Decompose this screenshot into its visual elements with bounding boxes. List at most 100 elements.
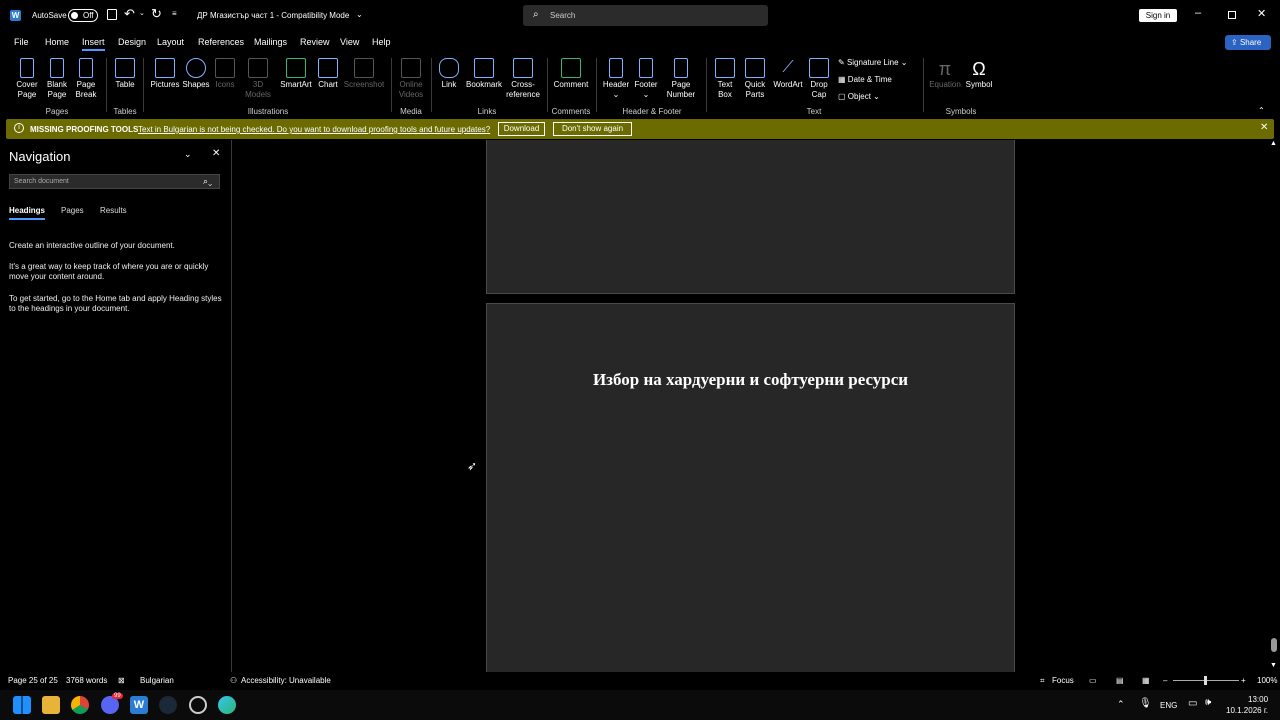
object-button[interactable]: ▢ Object ⌄ xyxy=(838,92,880,101)
volume-icon[interactable]: 🕪 xyxy=(1205,697,1211,708)
date-time-button[interactable]: ▦ Date & Time xyxy=(838,75,892,84)
title-dropdown-icon[interactable]: ⌄ xyxy=(356,10,363,19)
infobar-message[interactable]: Text in Bulgarian is not being checked. … xyxy=(138,125,490,134)
scroll-thumb[interactable] xyxy=(1271,638,1277,652)
zoom-level[interactable]: 100% xyxy=(1257,676,1277,685)
close-navigation-icon[interactable]: ✕ xyxy=(212,148,220,159)
tab-pages[interactable]: Pages xyxy=(61,206,84,215)
chrome-icon[interactable] xyxy=(71,696,89,714)
download-button[interactable]: Download xyxy=(498,122,545,136)
section-heading[interactable]: Избор на хардуерни и софтуерни ресурси xyxy=(487,370,1014,390)
menu-review[interactable]: Review xyxy=(300,37,330,47)
proofing-icon[interactable]: ⊠ xyxy=(118,676,125,685)
bookmark-button[interactable]: Bookmark xyxy=(464,58,504,90)
tab-results[interactable]: Results xyxy=(100,206,127,215)
3d-models-button[interactable]: 3D Models xyxy=(240,58,276,100)
steam-icon[interactable] xyxy=(159,696,177,714)
network-icon[interactable]: ▭ xyxy=(1188,698,1197,709)
search-box[interactable]: ⌕ Search xyxy=(523,5,768,26)
microphone-icon[interactable]: 🎙 xyxy=(1139,698,1152,709)
menu-references[interactable]: References xyxy=(198,37,244,47)
edge-icon[interactable] xyxy=(218,696,236,714)
menu-file[interactable]: File xyxy=(14,37,29,47)
zoom-out-icon[interactable]: – xyxy=(1163,676,1167,685)
header-button[interactable]: Header ⌄ xyxy=(601,58,631,100)
page-break-button[interactable]: Page Break xyxy=(73,58,99,100)
clock-date[interactable]: 10.1.2026 г. xyxy=(1226,706,1268,715)
maximize-icon[interactable] xyxy=(1228,11,1236,19)
menu-design[interactable]: Design xyxy=(118,37,146,47)
menu-mailings[interactable]: Mailings xyxy=(254,37,287,47)
search-document-input[interactable]: Search document ⌕⌄ xyxy=(9,174,220,189)
screenshot-button[interactable]: Screenshot xyxy=(343,58,385,90)
page-number-button[interactable]: Page Number xyxy=(661,58,701,100)
scroll-down-icon[interactable]: ▼ xyxy=(1270,662,1277,669)
blank-page-button[interactable]: Blank Page xyxy=(44,58,70,100)
scroll-up-icon[interactable]: ▲ xyxy=(1270,140,1277,147)
document-title[interactable]: ДР Мгазистър част 1 - Compatibility Mode xyxy=(197,11,349,20)
cross-reference-button[interactable]: Cross-reference xyxy=(505,58,541,100)
read-mode-icon[interactable]: ▭ xyxy=(1089,676,1097,685)
online-videos-button[interactable]: Online Videos xyxy=(395,58,427,100)
menu-home[interactable]: Home xyxy=(45,37,69,47)
footer-button[interactable]: Footer ⌄ xyxy=(632,58,660,100)
menu-insert[interactable]: Insert xyxy=(82,37,105,51)
share-button[interactable]: ⇪ Share xyxy=(1225,35,1271,50)
web-layout-icon[interactable]: ▦ xyxy=(1142,676,1150,685)
clock-time[interactable]: 13:00 xyxy=(1248,695,1268,704)
settings-gear-icon[interactable] xyxy=(189,696,207,714)
menu-view[interactable]: View xyxy=(340,37,359,47)
word-taskbar-icon[interactable]: W xyxy=(130,696,148,714)
cover-page-button[interactable]: Cover Page xyxy=(12,58,42,100)
zoom-slider-thumb[interactable] xyxy=(1204,676,1207,685)
search-icon[interactable]: ⌕⌄ xyxy=(203,176,212,187)
symbol-button[interactable]: Ω Symbol xyxy=(963,58,995,90)
quick-parts-button[interactable]: Quick Parts xyxy=(740,58,770,100)
pictures-button[interactable]: Pictures xyxy=(149,58,181,90)
document-page-25[interactable]: Избор на хардуерни и софтуерни ресурси xyxy=(486,303,1015,672)
autosave-toggle[interactable]: Off xyxy=(68,9,98,24)
input-language[interactable]: ENG xyxy=(1160,701,1177,710)
link-button[interactable]: Link xyxy=(436,58,462,90)
close-window-icon[interactable]: ✕ xyxy=(1257,7,1266,20)
windows-start-icon[interactable] xyxy=(13,696,31,714)
focus-button[interactable]: Focus xyxy=(1052,676,1074,685)
word-count[interactable]: 3768 words xyxy=(66,676,107,685)
document-page-24[interactable] xyxy=(486,140,1015,294)
page-count[interactable]: Page 25 of 25 xyxy=(8,676,58,685)
zoom-slider[interactable] xyxy=(1173,676,1239,685)
text-box-button[interactable]: Text Box xyxy=(711,58,739,100)
undo-icon[interactable]: ↶ xyxy=(124,6,135,22)
zoom-in-icon[interactable]: + xyxy=(1241,676,1246,685)
table-button[interactable]: Table xyxy=(112,58,138,90)
language-status[interactable]: Bulgarian xyxy=(140,676,174,685)
navigation-options-icon[interactable]: ⌄ xyxy=(184,149,192,160)
document-area[interactable]: Избор на хардуерни и софтуерни ресурси ➶ xyxy=(233,140,1268,672)
icons-button[interactable]: Icons xyxy=(212,58,238,90)
smartart-button[interactable]: SmartArt xyxy=(278,58,314,90)
shapes-button[interactable]: Shapes xyxy=(181,58,211,90)
accessibility-status[interactable]: Accessibility: Unavailable xyxy=(241,676,331,685)
show-hidden-icons[interactable]: ⌃ xyxy=(1117,699,1125,710)
save-icon[interactable] xyxy=(107,9,117,20)
wordart-button[interactable]: ⟋ WordArt xyxy=(771,58,805,90)
signature-line-button[interactable]: ✎ Signature Line ⌄ xyxy=(838,58,907,67)
minimize-icon[interactable]: – xyxy=(1195,7,1201,19)
sign-in-button[interactable]: Sign in xyxy=(1139,9,1177,22)
collapse-ribbon-icon[interactable]: ⌃ xyxy=(1258,106,1265,115)
menu-layout[interactable]: Layout xyxy=(157,37,184,47)
chart-button[interactable]: Chart xyxy=(315,58,341,90)
undo-dropdown-icon[interactable]: ⌄ xyxy=(139,9,145,17)
drop-cap-button[interactable]: Drop Cap xyxy=(806,58,832,100)
tab-headings[interactable]: Headings xyxy=(9,206,46,220)
customize-qat-icon[interactable]: ≡ xyxy=(172,9,177,18)
file-explorer-icon[interactable] xyxy=(42,696,60,714)
close-infobar-icon[interactable]: ✕ xyxy=(1260,122,1268,133)
vertical-scrollbar[interactable]: ▲ ▼ xyxy=(1268,140,1280,672)
redo-icon[interactable]: ↻ xyxy=(151,6,162,22)
dont-show-again-button[interactable]: Don't show again xyxy=(553,122,632,136)
menu-help[interactable]: Help xyxy=(372,37,391,47)
print-layout-icon[interactable]: ▤ xyxy=(1116,676,1124,685)
comment-button[interactable]: Comment xyxy=(551,58,591,90)
equation-button[interactable]: π Equation xyxy=(928,58,962,90)
